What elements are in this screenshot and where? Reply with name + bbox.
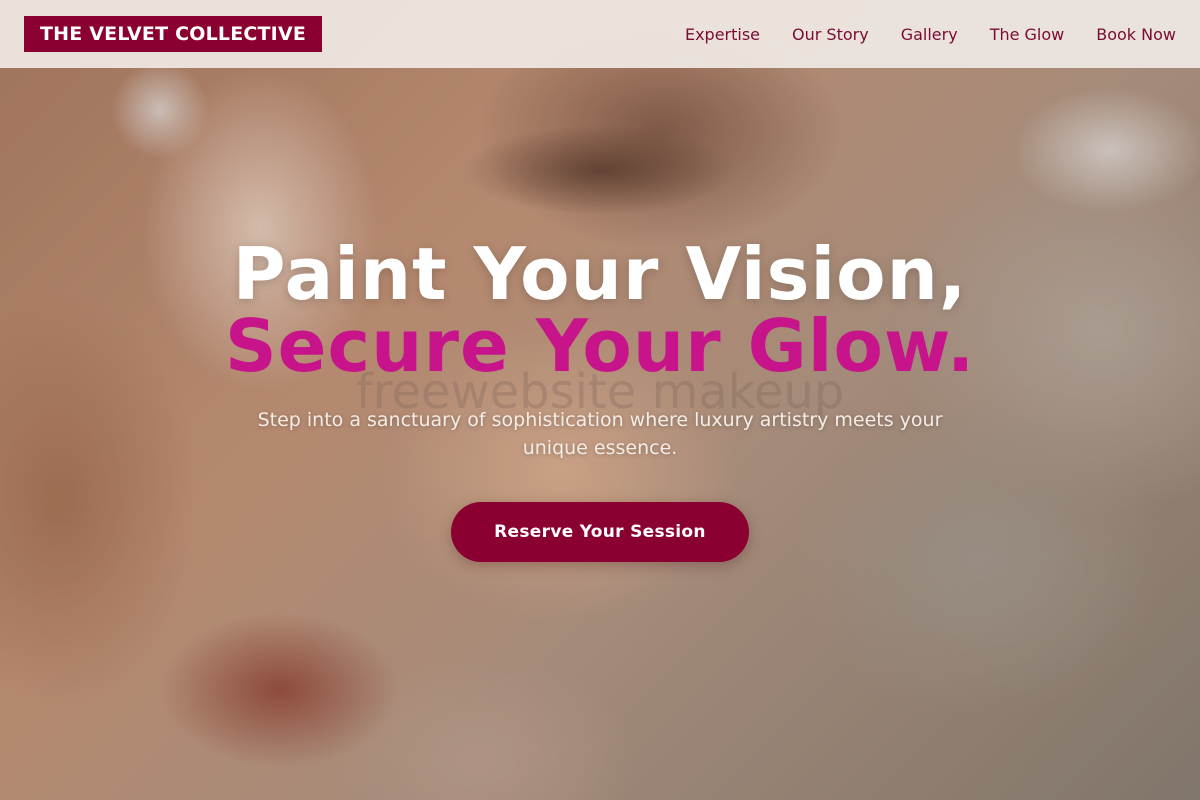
- headline-line-2: Secure Your Glow.: [224, 304, 976, 388]
- nav-link-book-now[interactable]: Book Now: [1096, 25, 1176, 44]
- headline-line-1: Paint Your Vision,: [232, 232, 968, 316]
- nav-link-expertise[interactable]: Expertise: [685, 25, 760, 44]
- nav-link-the-glow[interactable]: The Glow: [990, 25, 1065, 44]
- reserve-session-button[interactable]: Reserve Your Session: [451, 502, 749, 562]
- hero-section: Paint Your Vision, Secure Your Glow. fre…: [0, 68, 1200, 800]
- brand-logo[interactable]: THE VELVET COLLECTIVE: [24, 16, 323, 52]
- hero-subtitle: Step into a sanctuary of sophistication …: [257, 409, 943, 459]
- hero-headline: Paint Your Vision, Secure Your Glow.: [0, 238, 1200, 382]
- main-nav: Expertise Our Story Gallery The Glow Boo…: [685, 25, 1176, 44]
- site-header: THE VELVET COLLECTIVE Expertise Our Stor…: [0, 0, 1200, 68]
- nav-link-gallery[interactable]: Gallery: [901, 25, 958, 44]
- nav-link-our-story[interactable]: Our Story: [792, 25, 869, 44]
